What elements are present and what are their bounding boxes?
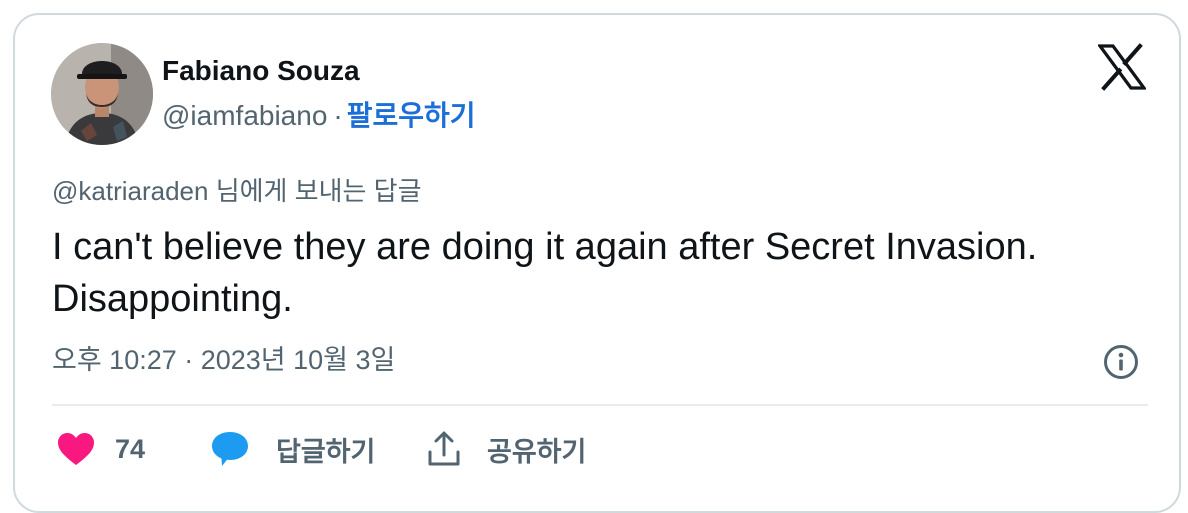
divider <box>52 404 1148 406</box>
reply-context[interactable]: @katriaraden 님에게 보내는 답글 <box>52 175 422 207</box>
speech-bubble-icon <box>212 432 248 466</box>
x-logo-icon[interactable] <box>1098 43 1146 91</box>
share-button[interactable]: 공유하기 <box>427 425 586 473</box>
share-label: 공유하기 <box>487 436 587 467</box>
author-handle[interactable]: @iamfabiano <box>162 100 327 131</box>
tweet-card: Fabiano Souza @iamfabiano · 팔로우하기 @katriar… <box>13 13 1181 513</box>
tweet-text: I can't believe they are doing it again … <box>52 226 1038 320</box>
reply-button[interactable]: 답글하기 <box>210 425 375 473</box>
like-count: 74 <box>115 433 146 464</box>
follow-link[interactable]: 팔로우하기 <box>347 100 476 131</box>
heart-icon <box>58 433 94 465</box>
info-icon[interactable] <box>1103 344 1139 380</box>
tweet-timestamp[interactable]: 오후 10:27 · 2023년 10월 3일 <box>52 343 395 377</box>
like-button[interactable]: 74 <box>57 425 145 473</box>
author-handle-row: @iamfabiano · 팔로우하기 <box>162 99 476 133</box>
author-name[interactable]: Fabiano Souza <box>162 55 360 87</box>
separator-dot: · <box>333 100 343 131</box>
avatar[interactable] <box>51 43 153 145</box>
reply-label: 답글하기 <box>276 436 376 467</box>
share-icon <box>428 431 460 466</box>
